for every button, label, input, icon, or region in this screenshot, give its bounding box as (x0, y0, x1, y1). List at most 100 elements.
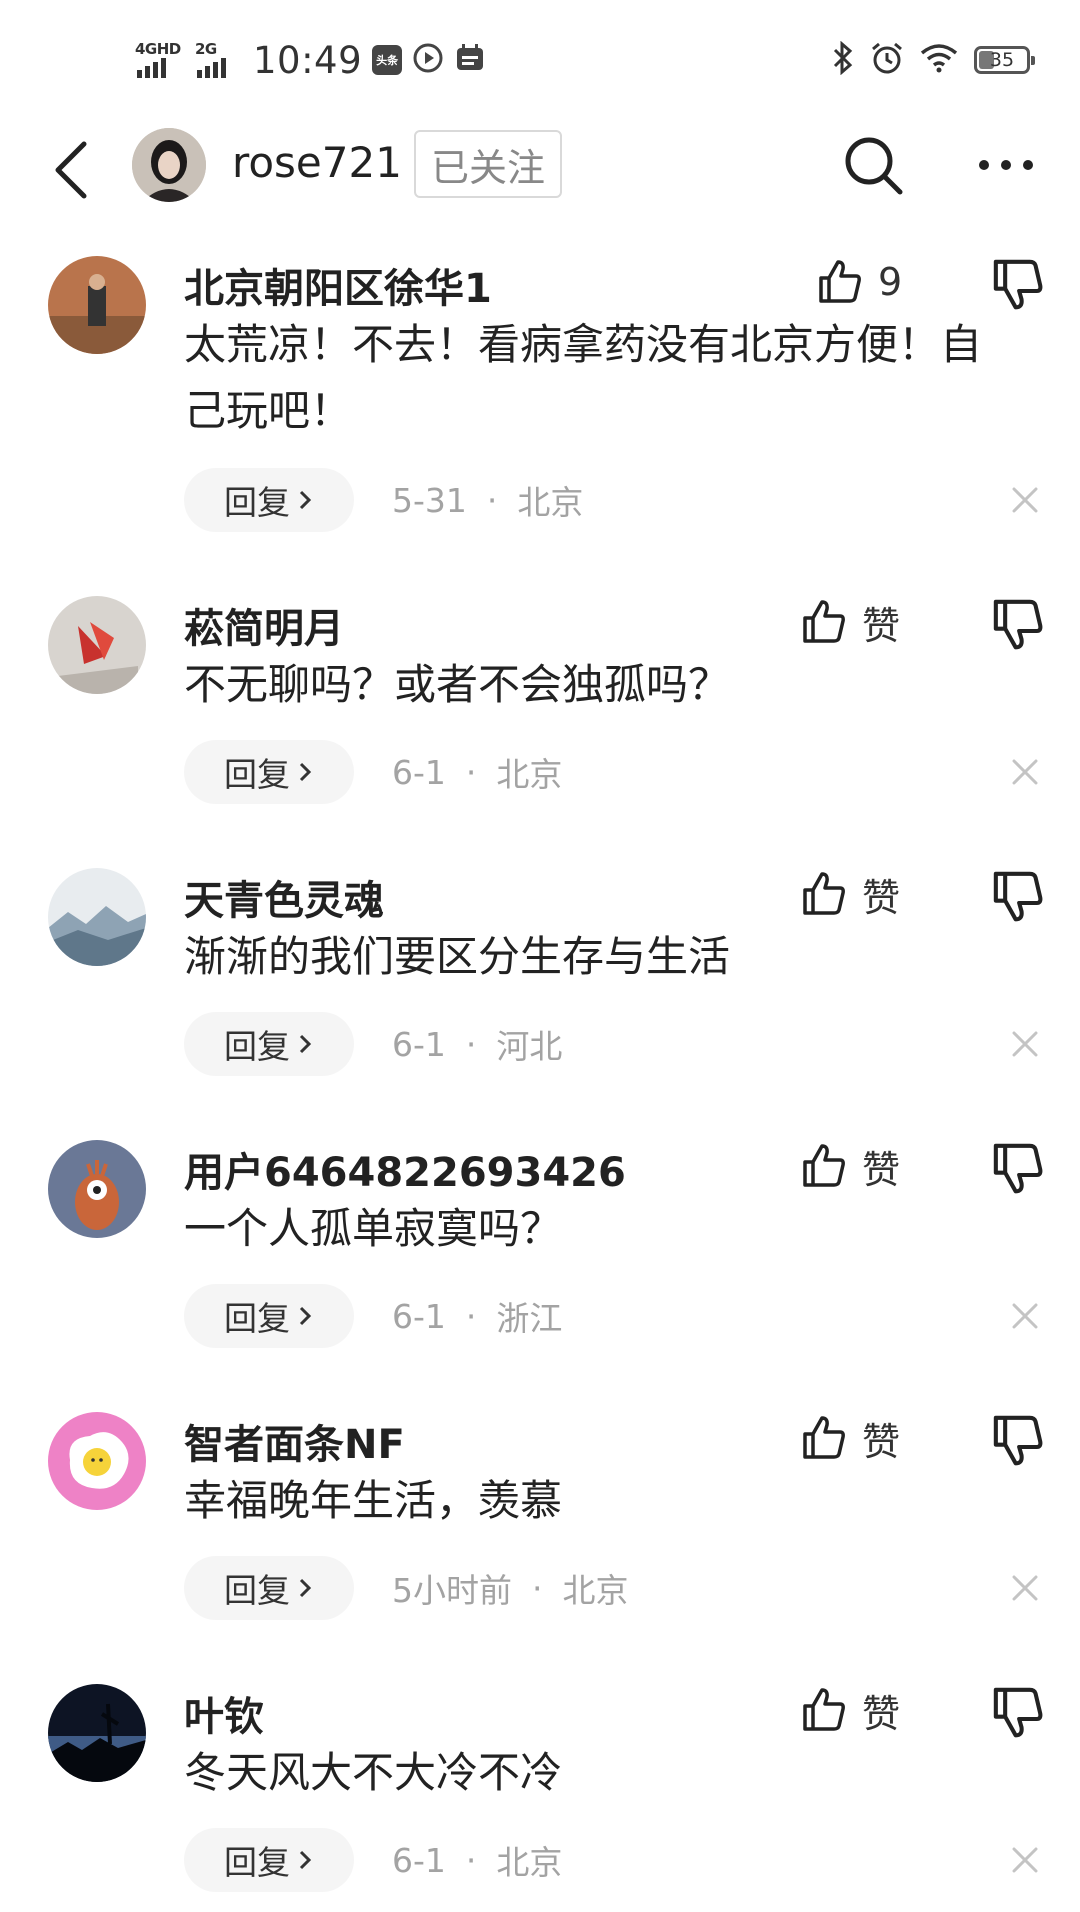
close-icon[interactable] (1008, 755, 1042, 789)
reply-button[interactable]: 回复 (184, 1828, 354, 1892)
like-button[interactable]: 赞 (800, 1136, 900, 1196)
status-left: 4GHD 2G 10:49 头条 (135, 36, 486, 84)
follow-button[interactable]: 已关注 (414, 130, 562, 198)
chevron-right-icon (299, 1034, 312, 1054)
close-icon[interactable] (1008, 1299, 1042, 1333)
comment-text: 渐渐的我们要区分生存与生活 (184, 932, 731, 981)
comment-date: 6-1 (392, 1840, 446, 1880)
like-button[interactable]: 赞 (800, 864, 900, 924)
like-button[interactable]: 赞 (800, 1680, 900, 1740)
header-bar: rose721 已关注 (0, 120, 1080, 220)
reply-button[interactable]: 回复 (184, 468, 354, 532)
status-right: 35 (832, 38, 1035, 82)
thumbs-up-icon (803, 1416, 845, 1459)
like-button[interactable]: 赞 (800, 592, 900, 652)
search-icon[interactable] (838, 130, 908, 200)
comment-meta: 回复 6-1 · 北京 (184, 1828, 562, 1892)
chevron-right-icon (299, 1578, 312, 1598)
comment-meta: 回复 6-1 · 河北 (184, 1012, 562, 1076)
thumbs-down-icon[interactable] (990, 256, 1046, 312)
thumbs-up-icon (803, 600, 845, 643)
separator-dot: · (465, 752, 477, 792)
separator-dot: · (532, 1568, 543, 1608)
comment-text: 幸福晚年生活，羡慕 (184, 1476, 563, 1525)
separator-dot: · (465, 1024, 477, 1064)
comment-meta: 回复 5小时前 · 北京 (184, 1556, 629, 1620)
close-icon[interactable] (1008, 1843, 1042, 1877)
author-name[interactable]: rose721 (232, 138, 402, 187)
separator-dot: · (465, 1296, 477, 1336)
like-count: 9 (878, 260, 903, 304)
status-bar: 4GHD 2G 10:49 头条 35 (0, 0, 1080, 120)
commenter-avatar[interactable] (48, 596, 146, 694)
commenter-avatar[interactable] (48, 256, 146, 354)
commenter-name[interactable]: 菘简明月 (184, 596, 344, 654)
thumbs-down-icon[interactable] (990, 1412, 1046, 1468)
thumbs-down-icon[interactable] (990, 868, 1046, 924)
chevron-right-icon (299, 1850, 312, 1870)
like-button[interactable]: 9 (816, 252, 902, 312)
comment-date: 6-1 (392, 1296, 446, 1336)
comment-meta: 回复 5-31 · 北京 (184, 468, 583, 532)
reply-button[interactable]: 回复 (184, 1556, 354, 1620)
thumbs-down-icon[interactable] (990, 1684, 1046, 1740)
comment-location: 北京 (496, 1843, 563, 1882)
commenter-avatar[interactable] (48, 1140, 146, 1238)
commenter-name[interactable]: 叶钦 (184, 1684, 264, 1742)
reply-button[interactable]: 回复 (184, 1284, 354, 1348)
thumbs-up-icon (803, 872, 845, 915)
chevron-right-icon (299, 490, 312, 510)
like-button[interactable]: 赞 (800, 1408, 900, 1468)
reply-label: 回复 (224, 1299, 290, 1338)
battery-icon: 35 (974, 46, 1035, 74)
like-label: 赞 (862, 603, 901, 648)
commenter-name[interactable]: 用户6464822693426 (184, 1140, 626, 1198)
commenter-name[interactable]: 智者面条NF (184, 1412, 405, 1470)
thumbs-up-icon (819, 260, 861, 303)
comment-location: 北京 (496, 755, 563, 794)
commenter-name[interactable]: 天青色灵魂 (184, 868, 384, 926)
close-icon[interactable] (1008, 1027, 1042, 1061)
comment-meta: 回复 6-1 · 浙江 (184, 1284, 562, 1348)
chevron-right-icon (299, 762, 312, 782)
commenter-name[interactable]: 北京朝阳区徐华1 (184, 256, 492, 314)
comment-meta: 回复 6-1 · 北京 (184, 740, 562, 804)
like-label: 赞 (862, 1419, 901, 1464)
comment-text: 太荒凉！不去！看病拿药没有北京方便！自己玩吧！ (184, 320, 983, 435)
alarm-icon (870, 41, 904, 79)
comment-text: 不无聊吗？或者不会独孤吗？ (184, 660, 731, 709)
separator-dot: · (465, 1840, 477, 1880)
reply-label: 回复 (224, 1027, 290, 1066)
author-avatar[interactable] (132, 128, 206, 202)
commenter-avatar[interactable] (48, 868, 146, 966)
commenter-avatar[interactable] (48, 1684, 146, 1782)
comment-text: 一个人孤单寂寞吗？ (184, 1204, 563, 1253)
like-label: 赞 (862, 1147, 901, 1192)
comment-date: 5-31 (392, 480, 467, 520)
more-icon[interactable] (976, 150, 1036, 180)
close-icon[interactable] (1008, 483, 1042, 517)
reply-button[interactable]: 回复 (184, 1012, 354, 1076)
signal-2g-icon: 2G (195, 40, 237, 80)
reply-button[interactable]: 回复 (184, 740, 354, 804)
wifi-icon (920, 43, 958, 77)
comment-date: 5小时前 (392, 1571, 512, 1610)
thumbs-up-icon (803, 1144, 845, 1187)
bluetooth-icon (832, 40, 854, 79)
comment-location: 北京 (517, 483, 584, 522)
calendar-icon (454, 42, 486, 78)
signal-4g-icon: 4GHD (135, 40, 185, 80)
commenter-avatar[interactable] (48, 1412, 146, 1510)
thumbs-down-icon[interactable] (990, 596, 1046, 652)
back-button[interactable] (46, 134, 102, 206)
reply-label: 回复 (224, 483, 290, 522)
comment-location: 北京 (562, 1571, 629, 1610)
chevron-right-icon (299, 1306, 312, 1326)
comment-location: 河北 (496, 1027, 563, 1066)
network-type-2: 2G (195, 40, 217, 58)
thumbs-down-icon[interactable] (990, 1140, 1046, 1196)
close-icon[interactable] (1008, 1571, 1042, 1605)
video-icon (412, 42, 444, 78)
comment-date: 6-1 (392, 1024, 446, 1064)
battery-level: 35 (989, 49, 1015, 71)
